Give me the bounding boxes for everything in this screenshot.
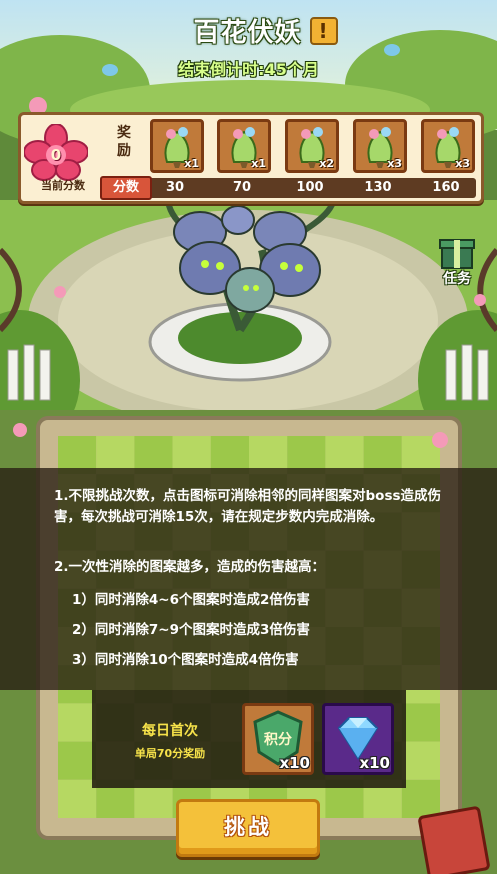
board-tile	[58, 741, 97, 780]
board-tile	[401, 703, 440, 742]
board-tile	[401, 741, 440, 780]
daily-first-title: 每日首次	[142, 723, 198, 739]
current-score-value: 0	[50, 146, 62, 164]
score-label: 分数	[100, 176, 152, 200]
event-title-bar: 百花伏妖 !	[0, 12, 497, 49]
reward-qty: x1	[251, 157, 266, 170]
reward-slot[interactable]: x3	[421, 119, 475, 173]
prize-qty-points: x10	[279, 754, 310, 772]
score-threshold: 160	[432, 180, 460, 195]
countdown-timer: 结束倒计时:45个月	[178, 60, 319, 79]
rule-sub-3: 3）同时消除10个图案时造成4倍伤害	[72, 652, 299, 668]
rule-sub-2: 2）同时消除7~9个图案时造成3倍伤害	[72, 622, 310, 638]
score-threshold: 70	[232, 180, 252, 195]
points-token-text: 积分	[264, 731, 292, 747]
reward-slot[interactable]: x3	[353, 119, 407, 173]
rule-sub-1: 1）同时消除4~6个图案时造成2倍伤害	[72, 592, 310, 608]
current-score-label: 当前分数	[41, 179, 85, 192]
board-tile	[58, 779, 97, 818]
reward-qty: x1	[184, 157, 199, 170]
score-threshold: 100	[296, 180, 324, 195]
reward-qty: x2	[319, 157, 334, 170]
board-tile	[401, 779, 440, 818]
reward-slot[interactable]: x1	[217, 119, 271, 173]
board-tile	[58, 703, 97, 742]
score-threshold: 30	[165, 180, 185, 195]
reward-qty: x3	[387, 157, 402, 170]
page-title: 百花伏妖	[193, 18, 302, 48]
rule-1-text: 1.不限挑战次数，点击图标可消除相邻的同样图案对boss造成伤害，每次挑战可消除…	[54, 488, 442, 525]
exclamation-icon[interactable]: !	[309, 16, 338, 45]
reward-slot[interactable]: x1	[150, 119, 204, 173]
reward-qty: x3	[455, 157, 470, 170]
score-threshold: 130	[364, 180, 392, 195]
challenge-button[interactable]: 挑战	[176, 799, 320, 857]
rule-2-text: 2.一次性消除的图案越多，造成的伤害越高：	[54, 559, 326, 575]
daily-first-subtitle: 单局70分奖励	[134, 747, 206, 760]
task-button-label[interactable]: 任务	[432, 268, 482, 288]
prize-qty-diamond: x10	[359, 754, 390, 772]
reward-slot[interactable]: x2	[285, 119, 339, 173]
reward-label: 奖励	[117, 125, 131, 159]
